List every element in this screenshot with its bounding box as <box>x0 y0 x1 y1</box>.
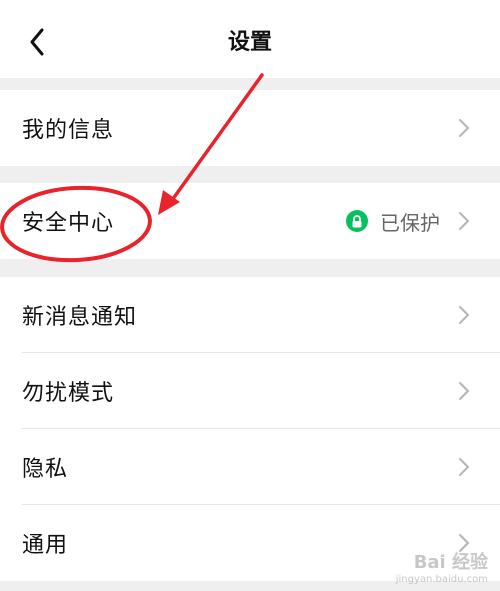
chevron-right-icon <box>459 382 469 400</box>
group-general: 新消息通知 勿扰模式 隐私 通用 <box>0 277 500 581</box>
row-label: 我的信息 <box>22 118 115 143</box>
row-label: 隐私 <box>22 457 69 482</box>
security-status: 已保护 <box>346 207 440 236</box>
top-bar: 设置 <box>0 0 500 78</box>
watermark: Bai 经验 jingyan.baidu.com <box>396 548 488 585</box>
row-do-not-disturb[interactable]: 勿扰模式 <box>0 353 500 429</box>
row-label: 新消息通知 <box>22 305 138 330</box>
watermark-url: jingyan.baidu.com <box>395 574 488 585</box>
group-security: 安全中心 已保护 <box>0 183 500 259</box>
page-title: 设置 <box>227 30 272 55</box>
row-label: 通用 <box>22 533 69 558</box>
security-status-text: 已保护 <box>380 210 440 235</box>
chevron-right-icon <box>459 212 469 230</box>
row-label: 安全中心 <box>22 211 115 236</box>
row-new-message-notification[interactable]: 新消息通知 <box>0 277 500 353</box>
row-security-center[interactable]: 安全中心 已保护 <box>0 183 500 259</box>
chevron-right-icon <box>459 458 469 476</box>
chevron-right-icon <box>459 306 469 324</box>
row-privacy[interactable]: 隐私 <box>0 429 500 505</box>
chevron-right-icon <box>459 119 469 137</box>
lock-icon <box>346 210 368 232</box>
row-my-info[interactable]: 我的信息 <box>0 90 500 166</box>
watermark-logo: Bai 经验 <box>413 552 488 573</box>
row-label: 勿扰模式 <box>22 381 115 406</box>
group-profile: 我的信息 <box>0 90 500 166</box>
